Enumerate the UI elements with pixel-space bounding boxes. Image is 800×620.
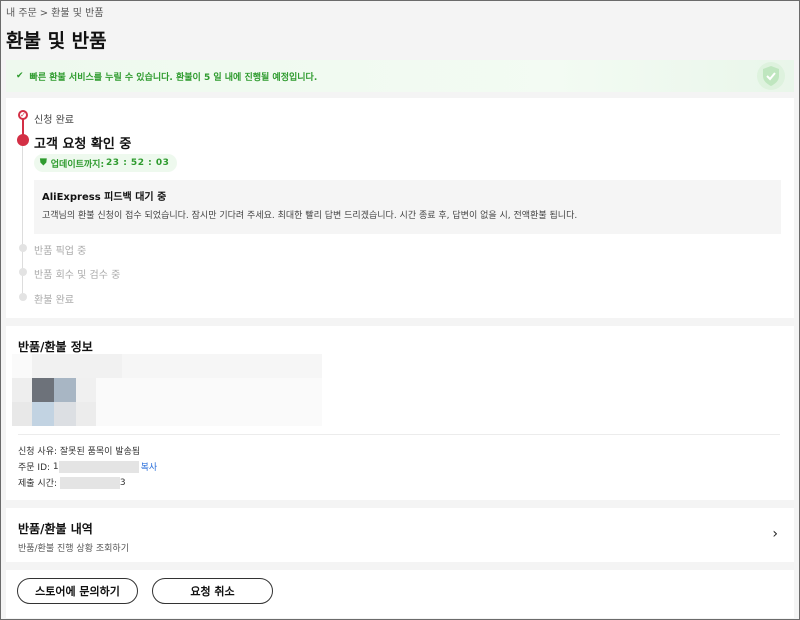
step-pending-dot (19, 268, 27, 276)
check-icon: ✔ (16, 71, 24, 81)
step-pickup-label: 반품 픽업 중 (34, 246, 87, 257)
order-id-redacted (58, 460, 139, 473)
refund-history-link[interactable]: 반품/환불 내역 반품/환불 진행 상황 조회하기 › (6, 508, 794, 562)
section-title: 반품/환불 정보 (18, 340, 93, 354)
fast-refund-banner: ✔ 빠른 환불 서비스를 누릴 수 있습니다. 환불이 5 일 내에 진행될 예… (6, 60, 794, 92)
shield-check-icon (757, 62, 785, 90)
submitted-time-redacted (59, 476, 120, 489)
notice-body: 고객님의 환불 신청이 접수 되었습니다. 잠시만 기다려 주세요. 최대한 빨… (42, 211, 578, 221)
reason-value: 잘못된 품목이 발송됨 (59, 447, 141, 457)
step-inspection-label: 반품 회수 및 검수 중 (34, 270, 121, 281)
action-bar: 스토어에 문의하기 요청 취소 (6, 570, 794, 618)
step-pending-dot (19, 293, 27, 301)
order-id-label: 주문 ID: (18, 463, 51, 473)
product-image-redacted[interactable] (12, 354, 322, 426)
refund-info-card: 반품/환불 정보 신청 사유: 잘못된 품목이 발송됨 주문 ID: 1 복사 제… (6, 326, 794, 500)
notice-title: AliExpress 피드백 대기 중 (42, 192, 167, 203)
step-active-label: 고객 요청 확인 중 (34, 137, 132, 152)
submitted-row: 제출 시간: 3 (18, 476, 126, 489)
update-countdown: ⛊ 업데이트까지: 23 : 52 : 03 (34, 154, 178, 172)
history-title: 반품/환불 내역 (18, 522, 93, 536)
cancel-request-button[interactable]: 요청 취소 (152, 578, 273, 604)
contact-store-button[interactable]: 스토어에 문의하기 (17, 578, 138, 604)
reason-label: 신청 사유: (18, 447, 58, 457)
countdown-label: 업데이트까지: (50, 159, 105, 170)
submitted-time-suffix: 3 (119, 477, 126, 488)
divider (18, 434, 780, 435)
chevron-right-icon: › (772, 526, 778, 542)
countdown-time: 23 : 52 : 03 (106, 158, 170, 168)
step-active-dot (17, 134, 29, 146)
shield-icon: ⛊ (40, 158, 47, 168)
refund-timeline-card: ✓ 신청 완료 고객 요청 확인 중 ⛊ 업데이트까지: 23 : 52 : 0… (6, 98, 794, 318)
breadcrumb-parent[interactable]: 내 주문 (6, 8, 37, 19)
step-done-icon: ✓ (18, 110, 28, 120)
submitted-label: 제출 시간: (18, 479, 58, 489)
order-id-row: 주문 ID: 1 복사 (18, 460, 157, 473)
banner-message: 빠른 환불 서비스를 누릴 수 있습니다. 환불이 5 일 내에 진행될 예정입… (29, 72, 318, 83)
breadcrumb-current: 환불 및 반품 (51, 8, 104, 19)
breadcrumb: 내 주문 > 환불 및 반품 (6, 4, 104, 19)
step-refund-complete-label: 환불 완료 (34, 295, 74, 306)
feedback-notice: AliExpress 피드백 대기 중 고객님의 환불 신청이 접수 되었습니다… (34, 180, 781, 234)
copy-order-id-link[interactable]: 복사 (141, 460, 158, 473)
step-pending-dot (19, 244, 27, 252)
reason-row: 신청 사유: 잘못된 품목이 발송됨 (18, 444, 140, 457)
history-subtitle: 반품/환불 진행 상황 조회하기 (18, 544, 129, 554)
step-applied-label: 신청 완료 (34, 115, 74, 126)
breadcrumb-separator: > (39, 8, 49, 19)
page-title: 환불 및 반품 (6, 30, 107, 52)
